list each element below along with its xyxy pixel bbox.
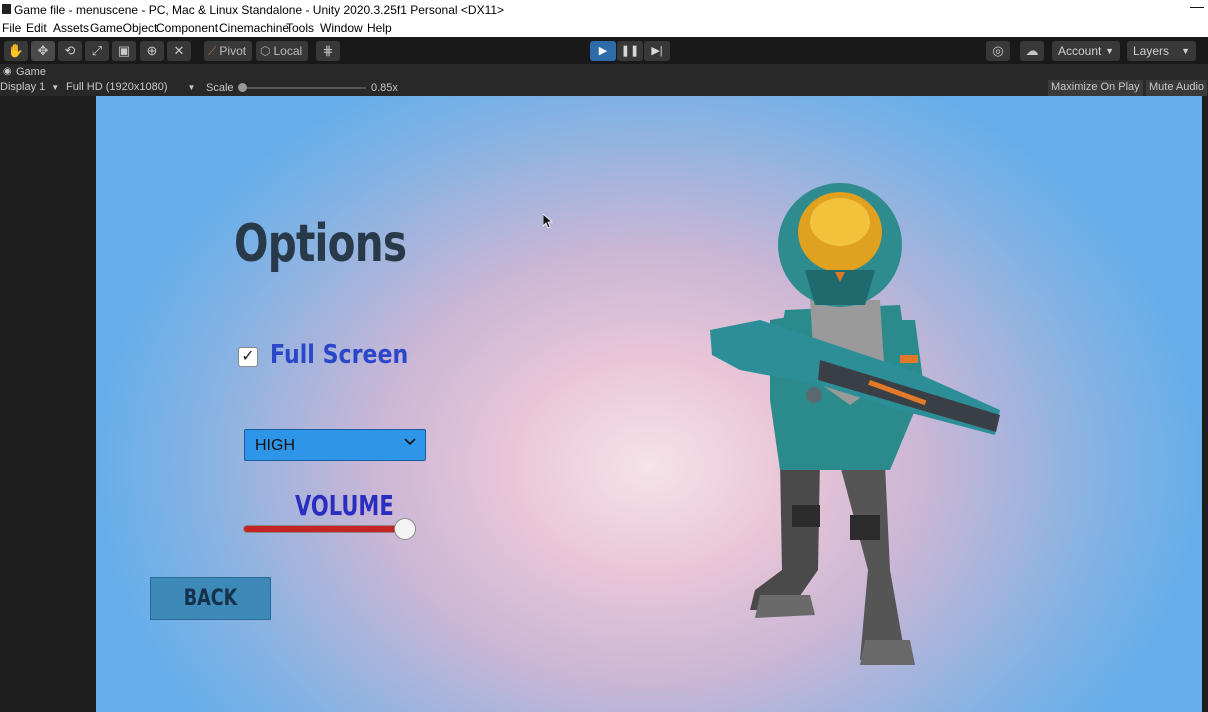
chevron-down-icon <box>403 435 417 452</box>
transform-tool-icon[interactable]: ⊕ <box>140 41 164 61</box>
scale-slider-handle[interactable] <box>238 83 247 92</box>
menu-file[interactable]: File <box>2 21 21 35</box>
display-label: Display 1 <box>0 81 46 93</box>
custom-tool-icon[interactable]: ✕ <box>167 41 191 61</box>
minimize-button[interactable]: — <box>1190 0 1204 14</box>
display-dropdown[interactable]: Display 1 ▼ <box>0 81 59 93</box>
game-tab[interactable]: ◉ Game <box>0 64 1208 80</box>
game-tab-label: Game <box>16 66 46 78</box>
back-label: BACK <box>183 586 238 611</box>
game-viewport[interactable]: Options ✓ Full Screen HIGH VOLUME BACK <box>96 96 1202 712</box>
menu-edit[interactable]: Edit <box>26 21 47 35</box>
play-icon: ▶ <box>598 45 608 57</box>
menu-assets[interactable]: Assets <box>53 21 89 35</box>
main-toolbar: ✋ ✥ ⟲ ⤢ ▣ ⊕ ✕ ⟋ Pivot ⬡ Local ⋕ ▶ ❚❚ ▶| ◎ … <box>0 37 1208 64</box>
window-title: Game file - menuscene - PC, Mac & Linux … <box>14 3 505 17</box>
chevron-down-icon: ▼ <box>187 83 196 92</box>
chevron-down-icon: ▼ <box>1181 46 1190 56</box>
game-controller-icon: ◉ <box>3 66 12 77</box>
local-toggle[interactable]: ⬡ Local <box>256 41 308 61</box>
menu-bar: File Edit Assets GameObject Component Ci… <box>0 19 1208 37</box>
mute-audio-toggle[interactable]: Mute Audio <box>1146 80 1208 96</box>
local-label: Local <box>273 44 303 58</box>
chevron-down-icon: ▼ <box>1105 46 1114 56</box>
window-titlebar: Game file - menuscene - PC, Mac & Linux … <box>0 0 1208 19</box>
quality-value: HIGH <box>255 437 295 454</box>
chevron-down-icon: ▼ <box>51 83 60 92</box>
back-button[interactable]: BACK <box>150 577 271 620</box>
scale-tool-icon[interactable]: ⤢ <box>85 41 109 61</box>
mouse-cursor-icon <box>543 214 554 229</box>
collab-icon[interactable]: ◎ <box>986 41 1010 61</box>
game-view: Options ✓ Full Screen HIGH VOLUME BACK <box>0 96 1208 712</box>
pause-icon: ❚❚ <box>620 45 640 57</box>
pivot-icon: ⟋ <box>208 44 217 58</box>
pivot-label: Pivot <box>219 44 247 58</box>
step-button[interactable]: ▶| <box>644 41 670 61</box>
cube-icon: ⬡ <box>260 44 271 58</box>
hand-tool-icon[interactable]: ✋ <box>4 41 28 61</box>
menu-tools[interactable]: Tools <box>286 21 314 35</box>
account-label: Account <box>1058 44 1102 58</box>
menu-window[interactable]: Window <box>320 21 363 35</box>
volume-slider-track[interactable] <box>243 525 413 533</box>
cloud-icon[interactable]: ☁ <box>1020 41 1044 61</box>
quality-dropdown[interactable]: HIGH <box>244 429 426 461</box>
play-button[interactable]: ▶ <box>590 41 616 61</box>
scale-value: 0.85x <box>371 82 398 94</box>
options-title: Options <box>234 214 407 274</box>
volume-label: VOLUME <box>295 489 394 522</box>
menu-gameobject[interactable]: GameObject <box>90 21 157 35</box>
resolution-dropdown[interactable]: Full HD (1920x1080) ▼ <box>66 81 195 93</box>
astronaut-character <box>710 183 1000 665</box>
rotate-tool-icon[interactable]: ⟲ <box>58 41 82 61</box>
pause-button[interactable]: ❚❚ <box>617 41 643 61</box>
game-view-toolbar: Display 1 ▼ Full HD (1920x1080) ▼ Scale 0.… <box>0 80 1208 96</box>
unity-icon <box>2 4 11 14</box>
resolution-label: Full HD (1920x1080) <box>66 81 168 93</box>
menu-component[interactable]: Component <box>156 21 218 35</box>
step-icon: ▶| <box>651 45 663 57</box>
maximize-on-play-toggle[interactable]: Maximize On Play <box>1048 80 1143 96</box>
fullscreen-checkbox[interactable]: ✓ <box>238 347 258 367</box>
move-tool-icon[interactable]: ✥ <box>31 41 55 61</box>
rect-tool-icon[interactable]: ▣ <box>112 41 136 61</box>
volume-slider-handle[interactable] <box>393 518 416 540</box>
fullscreen-label[interactable]: Full Screen <box>270 340 408 370</box>
layers-dropdown[interactable]: Layers ▼ <box>1127 41 1196 61</box>
menu-help[interactable]: Help <box>367 21 392 35</box>
checkmark-icon: ✓ <box>241 348 255 365</box>
pivot-toggle[interactable]: ⟋ Pivot <box>204 41 252 61</box>
grid-snap-icon[interactable]: ⋕ <box>316 41 340 61</box>
layers-label: Layers <box>1133 44 1170 58</box>
menu-cinemachine[interactable]: Cinemachine <box>219 21 289 35</box>
scale-slider-track[interactable] <box>240 87 366 89</box>
scale-label: Scale <box>206 82 234 94</box>
account-dropdown[interactable]: Account ▼ <box>1052 41 1120 61</box>
